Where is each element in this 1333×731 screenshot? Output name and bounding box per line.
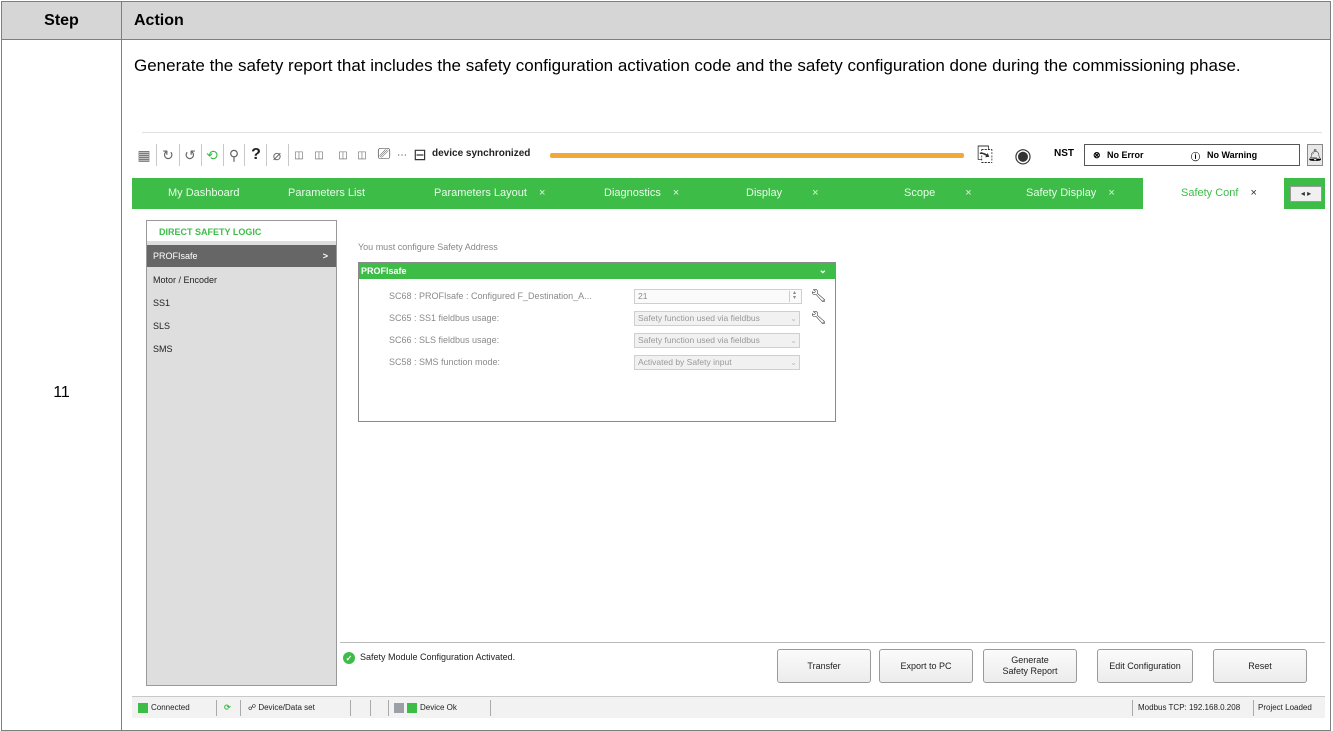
device-set-icon: ☍	[248, 703, 259, 712]
close-icon[interactable]: ×	[1250, 187, 1256, 199]
monitor-icon: ⎚	[377, 146, 391, 163]
project-status: Project Loaded	[1258, 703, 1312, 712]
toolbar: ▦ ↻ ↺ ⟲ ⚲ ? ⌀ ◫ ◫ ◫ ◫ ⎚ ⋯ ⊟ device synch…	[132, 140, 1325, 172]
tab-scope[interactable]: Scope ×	[898, 178, 978, 209]
sync-icon[interactable]: ⟲	[204, 145, 220, 165]
tab-my-dashboard[interactable]: My Dashboard	[162, 178, 246, 209]
sc58-select[interactable]: Activated by Safety input ⌄	[634, 355, 800, 370]
eraser-icon[interactable]: ⌀	[269, 145, 285, 165]
refresh-icon[interactable]: ⟳	[224, 703, 231, 712]
panel-title: PROFIsafe	[361, 266, 407, 276]
status-bar: Connected ⟳ ☍ Device/Data set Device Ok …	[132, 696, 1325, 718]
param-label-sc58: SC58 : SMS function mode:	[389, 357, 501, 367]
nst-label: NST	[1054, 148, 1074, 159]
param-label-sc65: SC65 : SS1 fieldbus usage:	[389, 313, 500, 323]
sync-status: device synchronized	[432, 148, 531, 159]
network-icon[interactable]: ⎘	[974, 144, 996, 166]
device-icon	[394, 703, 404, 713]
device-ok-status: Device Ok	[394, 703, 457, 713]
profisafe-panel: PROFIsafe ⌄ SC68 : PROFIsafe : Configure…	[358, 262, 836, 422]
error-icon: ⊗	[1093, 150, 1101, 160]
edit-configuration-button[interactable]: Edit Configuration	[1097, 649, 1193, 683]
close-icon[interactable]: ×	[1108, 187, 1114, 199]
spinner-icon[interactable]: ▴ ▾	[789, 290, 799, 302]
tab-safety-display[interactable]: Safety Display ×	[1020, 178, 1121, 209]
configure-hint: You must configure Safety Address	[358, 242, 498, 252]
network-status-icon	[138, 703, 148, 713]
no-error-label: No Error	[1107, 150, 1144, 160]
tab-diagnostics[interactable]: Diagnostics ×	[598, 178, 685, 209]
slot-2-icon[interactable]: ◫	[335, 145, 351, 165]
slot-0-icon[interactable]: ◫	[291, 145, 307, 165]
nav-item-profisafe[interactable]: PROFIsafe >	[147, 245, 336, 267]
help-icon[interactable]: ?	[248, 145, 264, 165]
sc68-input[interactable]: 21 ▴ ▾	[634, 289, 802, 304]
table-header-row	[2, 2, 1330, 40]
reset-button[interactable]: Reset	[1213, 649, 1307, 683]
pin-icon[interactable]: ⚲	[226, 145, 242, 165]
device-icon: ⊟	[413, 147, 427, 164]
sc66-select[interactable]: Safety function used via fieldbus ⌄	[634, 333, 800, 348]
nav-title: DIRECT SAFETY LOGIC	[147, 221, 336, 241]
error-warning-status: ⊗ No Error ⓘ No Warning	[1084, 144, 1300, 166]
connected-status: Connected	[138, 703, 190, 713]
tab-parameters-layout[interactable]: Parameters Layout ×	[428, 178, 551, 209]
close-icon[interactable]: ×	[965, 187, 971, 199]
warning-icon: ⓘ	[1191, 152, 1201, 162]
nav-item-sms[interactable]: SMS	[147, 338, 336, 360]
column-divider	[121, 2, 122, 730]
transfer-button[interactable]: Transfer	[777, 649, 871, 683]
stop-icon[interactable]: ◉	[1012, 145, 1034, 167]
wrench-icon[interactable]: 🔧︎	[810, 288, 827, 304]
tab-display[interactable]: Display ×	[740, 178, 825, 209]
tab-scroll-arrows-icon[interactable]: ◂ ▸	[1290, 186, 1322, 202]
step-instruction: Generate the safety report that includes…	[134, 56, 1241, 75]
check-icon: ✓	[343, 652, 355, 664]
chevron-down-icon[interactable]: ⌄	[819, 263, 827, 279]
tab-parameters-list[interactable]: Parameters List	[282, 178, 371, 209]
slot-3-icon[interactable]: ◫	[354, 145, 370, 165]
close-icon[interactable]: ×	[673, 187, 679, 199]
header-step: Step	[44, 12, 79, 29]
dropdown-arrow-icon: ⌄	[790, 336, 797, 345]
modbus-address: Modbus TCP: 192.168.0.208	[1138, 703, 1241, 712]
nav-item-sls[interactable]: SLS	[147, 315, 336, 337]
tab-bar: My Dashboard Parameters List Parameters …	[132, 178, 1325, 209]
param-label-sc66: SC66 : SLS fieldbus usage:	[389, 335, 500, 345]
close-icon[interactable]: ×	[812, 187, 818, 199]
safety-nav-panel: DIRECT SAFETY LOGIC PROFIsafe > Motor / E…	[146, 220, 337, 686]
check-icon	[407, 703, 417, 713]
device-data-set: ☍ Device/Data set	[248, 703, 315, 712]
refresh-icon[interactable]: ↻	[160, 145, 176, 165]
grid-icon[interactable]: ▦	[136, 145, 152, 165]
param-label-sc68: SC68 : PROFIsafe : Configured F_Destinat…	[389, 291, 592, 301]
slot-1-icon[interactable]: ◫	[311, 145, 327, 165]
nav-item-motor-encoder[interactable]: Motor / Encoder	[147, 269, 336, 291]
chevron-right-icon: >	[322, 251, 328, 261]
sync-progress-bar	[550, 153, 964, 158]
nav-item-ss1[interactable]: SS1	[147, 292, 336, 314]
software-screenshot: ▦ ↻ ↺ ⟲ ⚲ ? ⌀ ◫ ◫ ◫ ◫ ⎚ ⋯ ⊟ device synch…	[132, 132, 1325, 730]
step-number: 11	[53, 384, 70, 401]
dropdown-arrow-icon: ⌄	[790, 358, 797, 367]
dropdown-arrow-icon: ⌄	[790, 314, 797, 323]
close-icon[interactable]: ×	[539, 187, 545, 199]
bell-icon[interactable]: 🔔︎	[1307, 144, 1323, 166]
sc65-select[interactable]: Safety function used via fieldbus ⌄	[634, 311, 800, 326]
activation-status-message: Safety Module Configuration Activated.	[360, 652, 516, 662]
generate-safety-report-button[interactable]: Generate Safety Report	[983, 649, 1077, 683]
header-action: Action	[134, 12, 184, 29]
wrench-icon[interactable]: 🔧︎	[810, 310, 827, 326]
undo-icon[interactable]: ↺	[182, 145, 198, 165]
tab-safety-conf[interactable]: Safety Conf ×	[1143, 178, 1284, 209]
export-to-pc-button[interactable]: Export to PC	[879, 649, 973, 683]
ellipsis-icon: ⋯	[397, 149, 407, 161]
panel-header[interactable]: PROFIsafe ⌄	[359, 263, 835, 279]
no-warning-label: No Warning	[1207, 150, 1258, 160]
